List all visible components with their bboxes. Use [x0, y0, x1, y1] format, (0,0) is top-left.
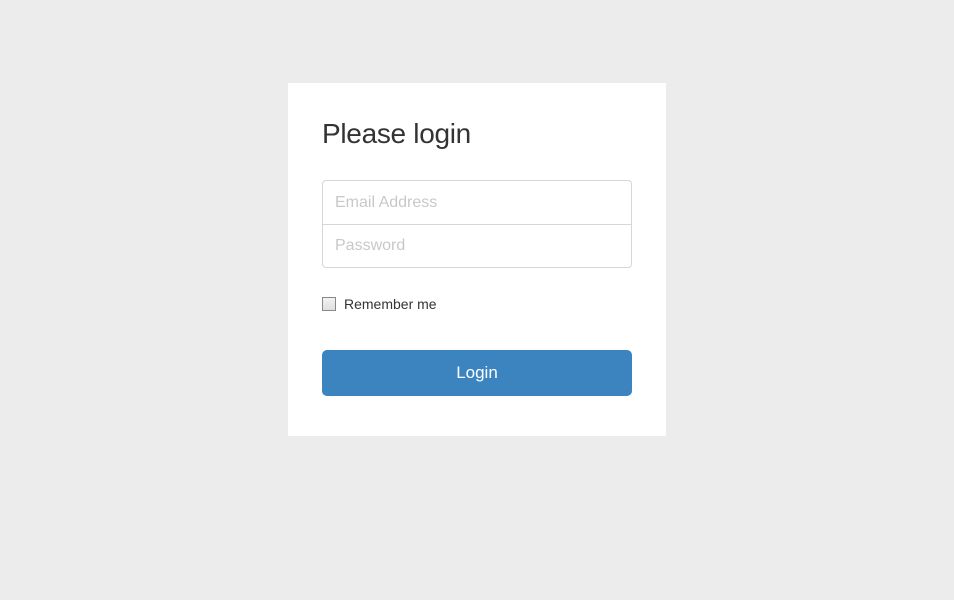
login-title: Please login: [322, 118, 632, 150]
login-button[interactable]: Login: [322, 350, 632, 396]
remember-me-label: Remember me: [344, 296, 437, 312]
credentials-input-group: [322, 180, 632, 268]
remember-me-checkbox[interactable]: [322, 297, 336, 311]
remember-me-row: Remember me: [322, 296, 632, 312]
email-field[interactable]: [322, 180, 632, 224]
login-card: Please login Remember me Login: [288, 83, 666, 436]
password-field[interactable]: [322, 224, 632, 268]
